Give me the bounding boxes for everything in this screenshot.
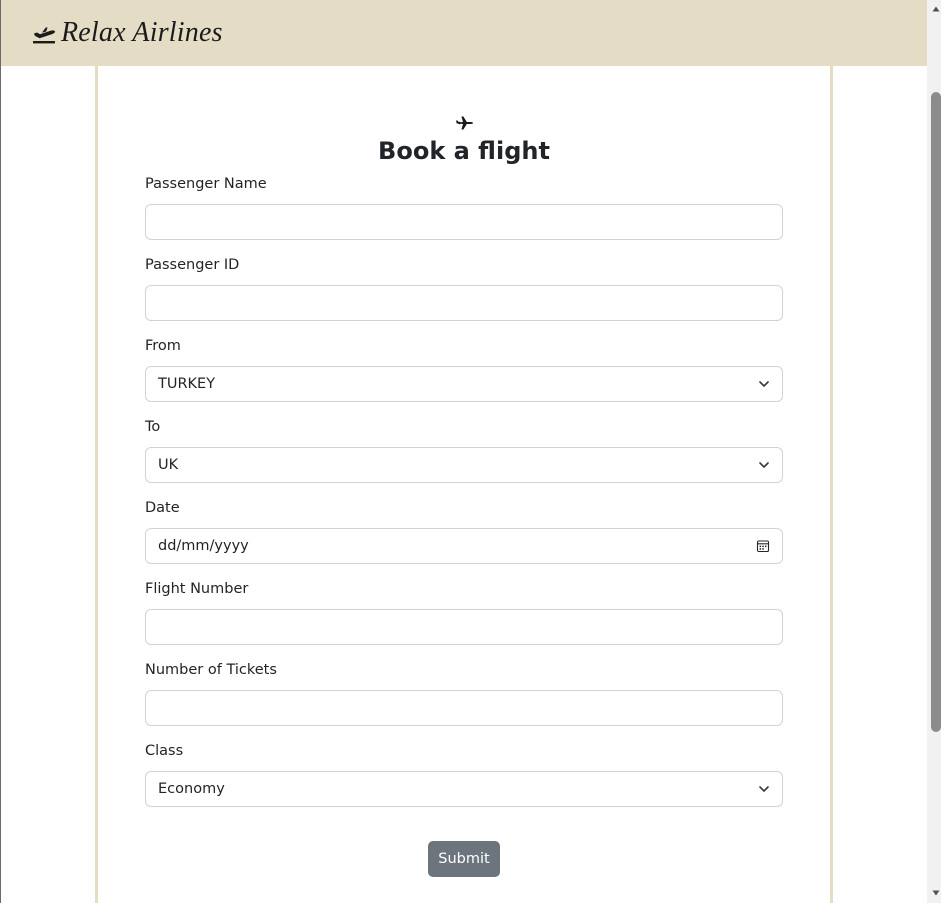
date-input[interactable]: dd/mm/yyyy: [145, 528, 783, 564]
brand-name: Relax Airlines: [61, 17, 223, 48]
passenger-name-label: Passenger Name: [145, 176, 267, 192]
class-selected-value: Economy: [158, 781, 225, 797]
submit-button[interactable]: Submit: [428, 841, 500, 877]
navbar: Relax Airlines: [1, 0, 927, 66]
booking-card: Book a flight Passenger Name Passenger I…: [95, 66, 833, 903]
class-select[interactable]: Economy: [145, 771, 783, 807]
num-tickets-label: Number of Tickets: [145, 662, 277, 678]
to-label: To: [145, 419, 161, 435]
to-select[interactable]: UK: [145, 447, 783, 483]
scroll-down-arrow-icon[interactable]: [931, 888, 941, 898]
passenger-id-label: Passenger ID: [145, 257, 240, 273]
date-label: Date: [145, 500, 180, 516]
plane-icon: [456, 116, 473, 130]
flight-number-label: Flight Number: [145, 581, 249, 597]
flight-number-input[interactable]: [145, 609, 783, 645]
form-heading: Book a flight: [98, 113, 830, 166]
passenger-id-input[interactable]: [145, 285, 783, 321]
passenger-name-input[interactable]: [145, 204, 783, 240]
num-tickets-input[interactable]: [145, 690, 783, 726]
window-edge: [0, 0, 1, 903]
from-label: From: [145, 338, 181, 354]
date-placeholder: dd/mm/yyyy: [158, 538, 249, 554]
to-selected-value: UK: [158, 457, 179, 473]
from-select[interactable]: TURKEY: [145, 366, 783, 402]
calendar-icon[interactable]: [756, 539, 770, 553]
brand-link[interactable]: Relax Airlines: [31, 17, 223, 49]
plane-departure-icon: [33, 27, 56, 44]
chevron-down-icon: [759, 381, 769, 387]
chevron-down-icon: [759, 462, 769, 468]
scroll-up-arrow-icon[interactable]: [931, 4, 941, 14]
chevron-down-icon: [759, 786, 769, 792]
class-label: Class: [145, 743, 184, 759]
scrollbar-thumb[interactable]: [931, 92, 941, 732]
page-title: Book a flight: [378, 137, 550, 165]
from-selected-value: TURKEY: [158, 376, 216, 392]
